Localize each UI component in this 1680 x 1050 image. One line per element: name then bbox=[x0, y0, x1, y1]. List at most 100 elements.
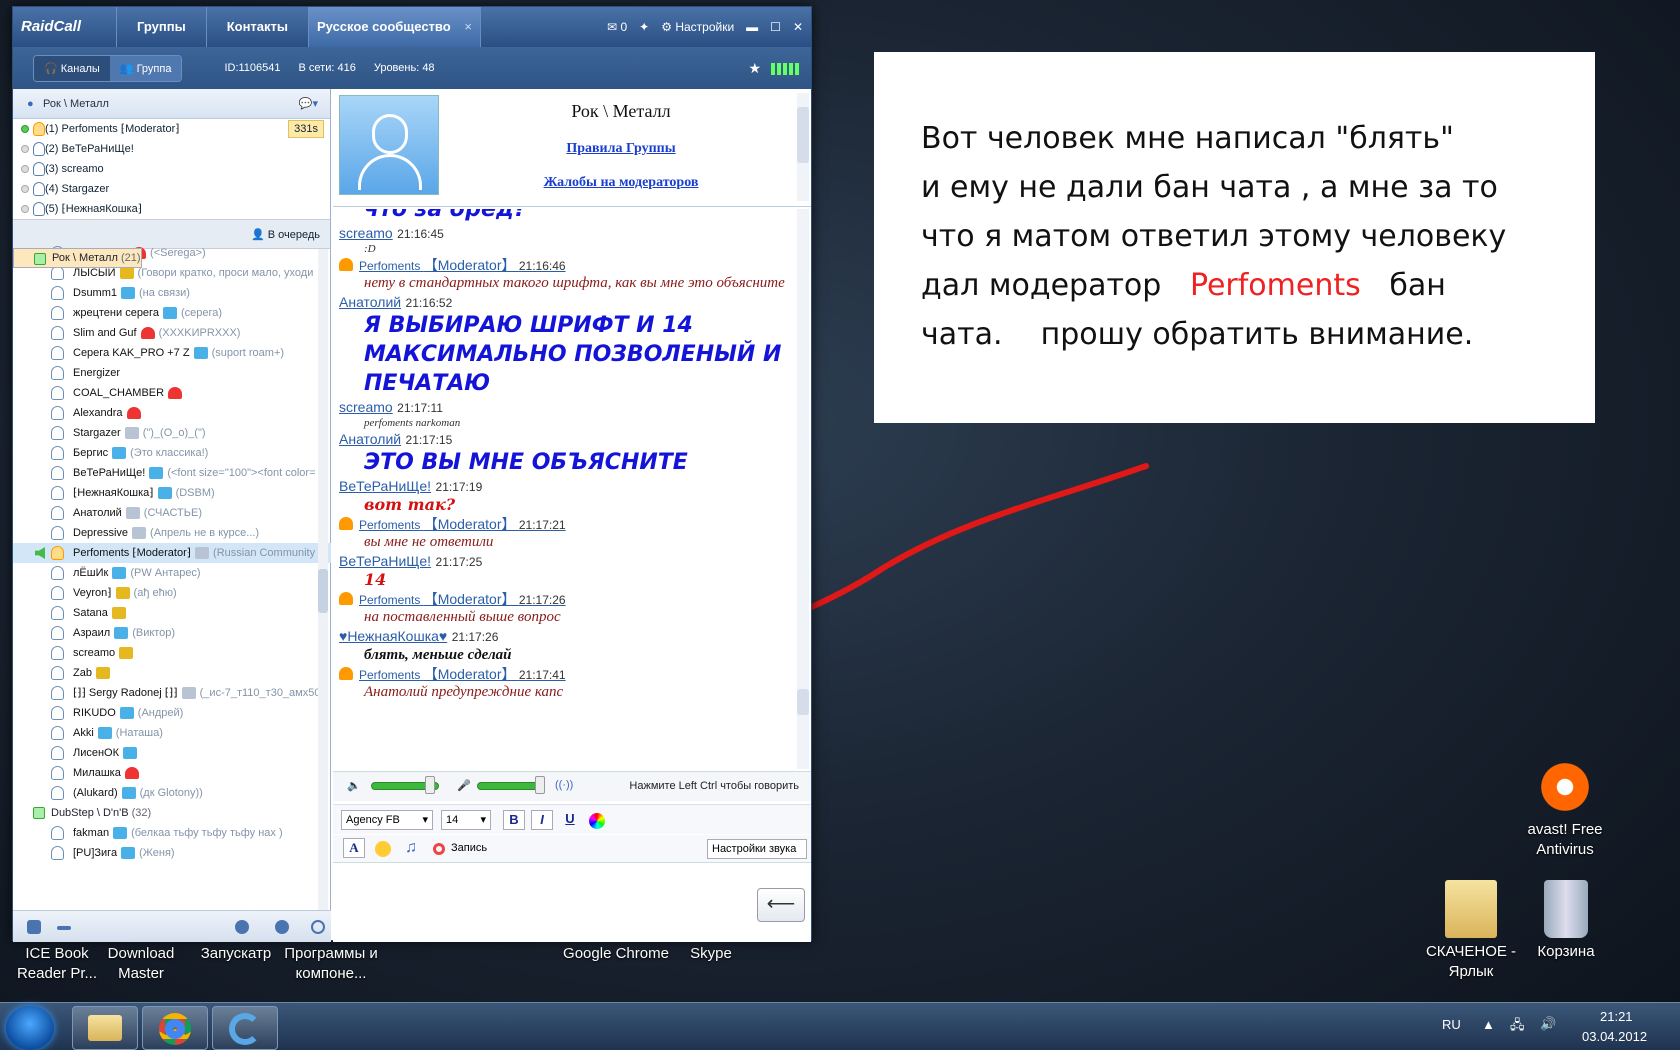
size-select[interactable]: 14 ▾ bbox=[441, 810, 491, 830]
italic-button[interactable]: I bbox=[531, 810, 553, 830]
mail-icon[interactable]: ✉ 0 bbox=[607, 20, 627, 34]
user-row[interactable]: Милашка bbox=[13, 763, 331, 783]
add-user-icon[interactable] bbox=[27, 920, 41, 934]
user-row[interactable]: COAL_CHAMBER bbox=[13, 383, 331, 403]
underline-button[interactable]: U bbox=[559, 810, 581, 830]
message-author-link[interactable]: ♥НежнаяКошка♥ bbox=[339, 628, 447, 644]
desktop-icon-programs[interactable]: Программы и компоне... bbox=[276, 944, 386, 984]
user-row[interactable]: ⁅⁆⁆ Sergy Radonej ⁅⁆⁆ (_ис-7_т110_т30_амх… bbox=[13, 683, 331, 703]
record-label[interactable]: Запись bbox=[451, 842, 487, 854]
user-row[interactable]: [PU]Зига (Женя) bbox=[13, 843, 331, 863]
raidcall-taskbar-button[interactable] bbox=[212, 1006, 278, 1050]
user-row[interactable]: Анатолий (СЧАСТЬЕ) bbox=[13, 503, 331, 523]
user-row[interactable]: Akki (Наташа) bbox=[13, 723, 331, 743]
color-picker-icon[interactable] bbox=[589, 813, 605, 829]
user-row[interactable]: Азраил (Виктор) bbox=[13, 623, 331, 643]
queue-item[interactable]: (4) Stargazer bbox=[13, 179, 330, 199]
user-row[interactable]: лЁшИк (PW Антарес) bbox=[13, 563, 331, 583]
desktop-icon-avast[interactable]: avast! Free Antivirus bbox=[1510, 758, 1620, 860]
microphone-icon[interactable]: 🎤 bbox=[457, 779, 471, 792]
channel-group-row[interactable]: Рок \ Металл (21) bbox=[13, 248, 142, 268]
collapse-icon[interactable] bbox=[34, 253, 46, 265]
user-row[interactable]: Depressive (Апрель не в курсе...) bbox=[13, 523, 331, 543]
message-author-link[interactable]: ВеТеРаНиЩе! bbox=[339, 553, 431, 569]
queue-item[interactable]: (2) ВеТеРаНиЩе! bbox=[13, 139, 330, 159]
clock-time[interactable]: 21:21 bbox=[1600, 1009, 1633, 1024]
explorer-taskbar-button[interactable] bbox=[72, 1006, 138, 1050]
start-button[interactable] bbox=[6, 1006, 54, 1050]
desktop-icon-downloads[interactable]: СКАЧЕНОЕ - Ярлык bbox=[1416, 880, 1526, 982]
tab-groups[interactable]: Группы bbox=[117, 7, 207, 47]
notifications-icon[interactable]: ✦ bbox=[639, 20, 649, 34]
desktop-icon-skype[interactable]: Skype bbox=[656, 944, 766, 964]
tab-russian-community[interactable]: Русское сообщество × bbox=[309, 7, 481, 47]
channels-tab[interactable]: 🎧 Каналы bbox=[34, 55, 110, 81]
message-author-link[interactable]: ВеТеРаНиЩе! bbox=[339, 478, 431, 494]
desktop-icon-download-master[interactable]: Download Master bbox=[86, 944, 196, 984]
user-row[interactable]: (Alukard) (дк Glotony)) bbox=[13, 783, 331, 803]
remove-icon[interactable] bbox=[57, 926, 71, 930]
location-icon[interactable] bbox=[235, 920, 249, 934]
user-row[interactable]: fakman (белкаа тьфу тьфу тьфу нах ) bbox=[13, 823, 331, 843]
user-list-scrollbar[interactable] bbox=[318, 249, 328, 910]
user-row[interactable]: Alexandra bbox=[13, 403, 331, 423]
send-button[interactable]: ⟵ bbox=[757, 888, 805, 922]
minimize-icon[interactable]: ▬ bbox=[746, 20, 758, 34]
message-author-link[interactable]: Perfoments bbox=[359, 518, 420, 532]
tab-contacts[interactable]: Контакты bbox=[207, 7, 309, 47]
channel-group-row[interactable]: DubStep \ D'n'B (32) bbox=[13, 803, 331, 823]
user-row[interactable]: Perfoments ⁅Moderator⁆ (Russian Community… bbox=[13, 543, 331, 563]
show-hidden-icons[interactable]: ▲ bbox=[1482, 1017, 1495, 1032]
push-to-talk-hint[interactable]: Нажмите Left Ctrl чтобы говорить bbox=[629, 780, 799, 792]
user-row[interactable]: Серега KAK_PRO +7 Z (suport roam+) bbox=[13, 343, 331, 363]
raidcall-logo[interactable]: RaidCall bbox=[13, 7, 117, 47]
bold-button[interactable]: B bbox=[503, 810, 525, 830]
chrome-taskbar-button[interactable] bbox=[142, 1006, 208, 1050]
clock-date[interactable]: 03.04.2012 bbox=[1582, 1029, 1647, 1044]
queue-item[interactable]: (5) ⁅НежнаяКошка⁆ bbox=[13, 199, 330, 219]
collapse-icon[interactable] bbox=[33, 807, 45, 819]
chat-scrollbar[interactable] bbox=[797, 209, 809, 769]
message-author-link[interactable]: screamo bbox=[339, 225, 393, 241]
user-row[interactable]: жрецтени серега (серега) bbox=[13, 303, 331, 323]
group-rules-link[interactable]: Правила Группы bbox=[451, 141, 791, 157]
moderator-complaints-link[interactable]: Жалобы на модераторов bbox=[451, 175, 791, 191]
queue-item[interactable]: (3) screamo bbox=[13, 159, 330, 179]
speaker-icon[interactable]: 🔈 bbox=[347, 779, 361, 792]
record-icon[interactable] bbox=[433, 843, 445, 855]
user-row[interactable]: Veyron⁆ (aђ ећю) bbox=[13, 583, 331, 603]
mic-volume-knob[interactable] bbox=[534, 776, 545, 794]
message-author-link[interactable]: Анатолий bbox=[339, 294, 401, 310]
sound-settings-select[interactable]: Настройки звука bbox=[707, 839, 807, 859]
language-indicator[interactable]: RU bbox=[1442, 1017, 1461, 1032]
message-author-link[interactable]: Perfoments bbox=[359, 668, 420, 682]
header-scrollbar[interactable] bbox=[797, 93, 809, 201]
user-row[interactable]: ⁅НежнаяКошка⁆ (DSBM) bbox=[13, 483, 331, 503]
user-row[interactable]: Dsumm1 (на связи) bbox=[13, 283, 331, 303]
search-icon[interactable] bbox=[311, 920, 325, 934]
user-row[interactable]: ЛисенОК bbox=[13, 743, 331, 763]
desktop-icon-recycle-bin[interactable]: Корзина bbox=[1511, 880, 1621, 962]
group-tab[interactable]: 👥 Группа bbox=[109, 55, 182, 81]
message-author-link[interactable]: Perfoments bbox=[359, 593, 420, 607]
font-style-button[interactable]: A bbox=[343, 838, 365, 858]
user-row[interactable]: ВеТеРаНиЩе! (<font size="100"><font color… bbox=[13, 463, 331, 483]
queue-item[interactable]: (1) Perfoments ⁅Moderator⁆ 331s bbox=[13, 119, 330, 139]
user-row[interactable]: Бергис (Это классика!) bbox=[13, 443, 331, 463]
close-icon[interactable]: ✕ bbox=[793, 20, 803, 34]
chat-mode-icon[interactable]: 💬▾ bbox=[299, 89, 318, 119]
emoji-icon[interactable] bbox=[375, 841, 391, 857]
maximize-icon[interactable]: ☐ bbox=[770, 20, 781, 34]
profile-icon[interactable] bbox=[275, 920, 289, 934]
desktop-icon-chrome[interactable]: Google Chrome bbox=[561, 944, 671, 964]
close-tab-icon[interactable]: × bbox=[464, 7, 472, 47]
favorite-star-icon[interactable]: ★ bbox=[748, 60, 761, 77]
font-select[interactable]: Agency FB ▾ bbox=[341, 810, 433, 830]
user-row[interactable]: screamo bbox=[13, 643, 331, 663]
user-row[interactable]: Stargazer (")_(O_o)_(") bbox=[13, 423, 331, 443]
speaker-volume-knob[interactable] bbox=[425, 776, 436, 794]
message-author-link[interactable]: Анатолий bbox=[339, 431, 401, 447]
user-row[interactable]: Slim and Guf (XXXKИPRXXX) bbox=[13, 323, 331, 343]
user-row[interactable]: Satana bbox=[13, 603, 331, 623]
volume-icon[interactable]: 🔊 bbox=[1540, 1016, 1556, 1032]
